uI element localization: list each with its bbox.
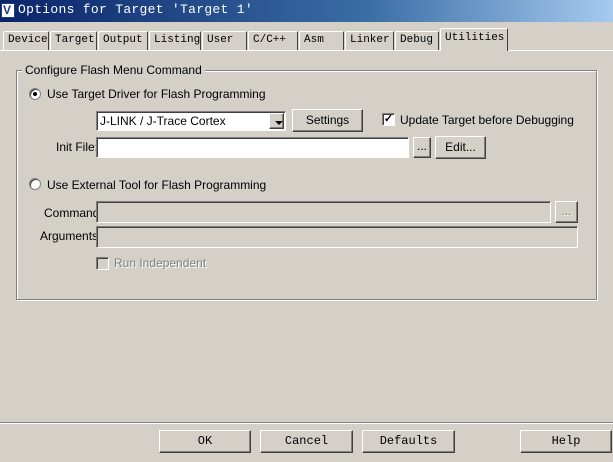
update-target-label[interactable]: Update Target before Debugging <box>400 113 574 127</box>
init-file-input[interactable] <box>96 137 409 158</box>
target-driver-label[interactable]: Use Target Driver for Flash Programming <box>47 87 266 101</box>
command-input[interactable] <box>96 201 551 223</box>
tab-asm[interactable]: Asm <box>299 31 344 50</box>
tab-strip-edge <box>0 50 613 51</box>
tab-target[interactable]: Target <box>50 31 97 50</box>
init-file-browse-button[interactable]: ... <box>413 137 431 158</box>
command-label: Command: <box>44 206 103 220</box>
group-title: Configure Flash Menu Command <box>22 63 205 77</box>
radio-dot <box>33 92 37 96</box>
edit-button[interactable]: Edit... <box>435 136 486 159</box>
defaults-button[interactable]: Defaults <box>362 430 455 453</box>
tab-linker[interactable]: Linker <box>345 31 394 50</box>
tab-listing[interactable]: Listing <box>149 31 201 50</box>
ok-button[interactable]: OK <box>159 430 251 453</box>
tab-c-cpp[interactable]: C/C++ <box>248 31 298 50</box>
arguments-input[interactable] <box>96 226 578 248</box>
window-title: Options for Target 'Target 1' <box>18 2 253 17</box>
help-button[interactable]: Help <box>520 430 612 453</box>
driver-dropdown-button[interactable] <box>269 113 284 129</box>
cancel-button[interactable]: Cancel <box>260 430 353 453</box>
tab-user[interactable]: User <box>202 31 247 50</box>
chevron-down-icon <box>275 121 283 125</box>
driver-select[interactable]: J-LINK / J-Trace Cortex <box>96 111 286 131</box>
update-target-checkbox[interactable]: ✓ <box>382 113 395 126</box>
external-tool-label[interactable]: Use External Tool for Flash Programming <box>47 178 266 192</box>
external-tool-radio[interactable] <box>29 178 41 190</box>
arguments-label: Arguments: <box>40 229 102 243</box>
target-driver-radio[interactable] <box>29 88 41 100</box>
keil-uvision-icon: V <box>1 3 15 18</box>
tab-output[interactable]: Output <box>98 31 148 50</box>
tab-debug[interactable]: Debug <box>395 31 439 50</box>
settings-button[interactable]: Settings <box>292 109 363 132</box>
footer-separator <box>0 422 613 424</box>
tab-device[interactable]: Device <box>3 31 49 50</box>
init-file-label: Init File: <box>56 140 99 154</box>
command-browse-button[interactable]: ... <box>555 201 578 223</box>
driver-select-value: J-LINK / J-Trace Cortex <box>100 114 226 128</box>
run-independent-checkbox[interactable] <box>96 257 109 270</box>
run-independent-label[interactable]: Run Independent <box>114 256 206 270</box>
tab-utilities[interactable]: Utilities <box>440 28 508 51</box>
